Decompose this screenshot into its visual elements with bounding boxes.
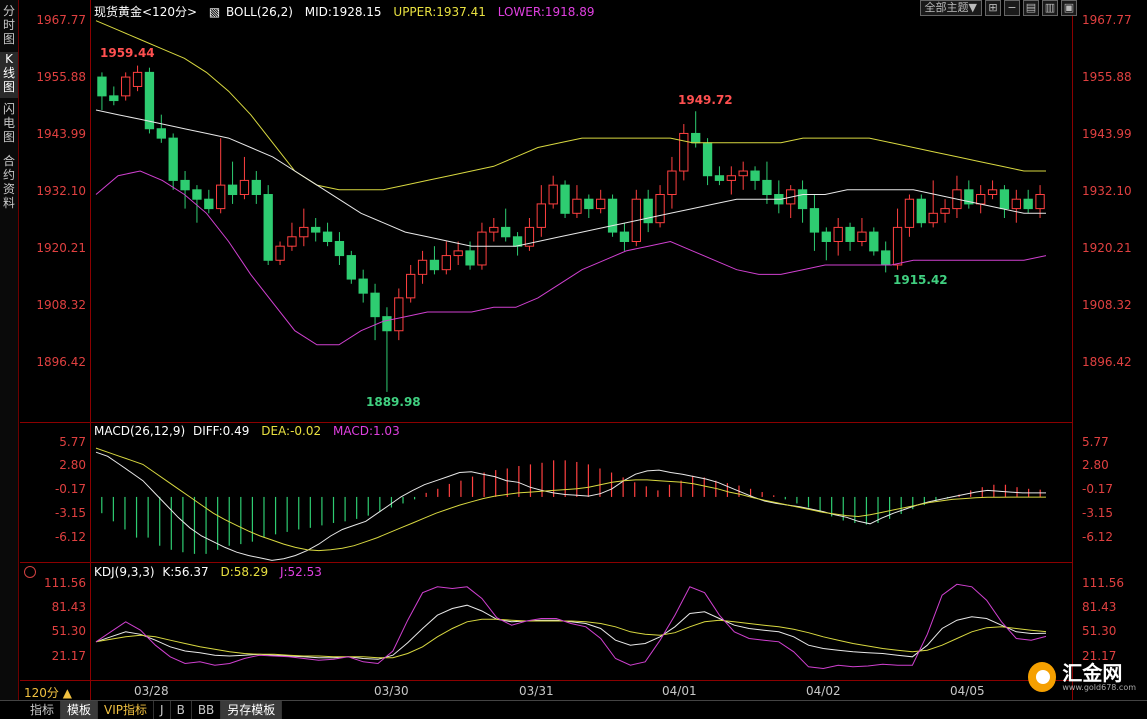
- candle-body: [845, 226, 855, 242]
- candle-body: [797, 189, 808, 210]
- logo-icon: [1028, 662, 1057, 692]
- candle-body: [97, 76, 107, 97]
- candle-body: [121, 76, 131, 97]
- candle-body: [702, 142, 713, 177]
- boll-mid-line: [95, 109, 1046, 247]
- candle-body: [370, 292, 380, 318]
- chart-canvas[interactable]: [0, 0, 1147, 700]
- candle-body: [501, 226, 511, 238]
- candle-body: [489, 226, 499, 233]
- candle-body: [334, 240, 345, 257]
- candle-body: [192, 189, 202, 200]
- candle-body: [132, 71, 143, 87]
- candle-body: [227, 184, 238, 196]
- candle-body: [679, 132, 689, 172]
- candle-body: [572, 198, 582, 214]
- candle-body: [904, 198, 915, 228]
- candle-body: [1011, 198, 1021, 210]
- macd-dea-line: [95, 447, 1046, 552]
- candle-body: [655, 194, 665, 224]
- candle-body: [584, 198, 594, 210]
- candle-body: [251, 179, 261, 196]
- candle-body: [714, 175, 725, 181]
- candle-body: [809, 208, 820, 233]
- candle-body: [667, 170, 677, 196]
- candle-body: [168, 137, 178, 181]
- candle-body: [596, 198, 606, 210]
- candle-body: [726, 175, 736, 181]
- candle-body: [417, 259, 428, 275]
- candle-body: [322, 231, 333, 242]
- candle-body: [857, 231, 867, 242]
- candle-body: [821, 231, 831, 242]
- candle-body: [239, 179, 250, 196]
- candle-body: [691, 132, 701, 144]
- candle-body: [1023, 198, 1033, 210]
- candle-body: [643, 198, 653, 224]
- candle-body: [216, 184, 226, 210]
- candle-body: [109, 95, 119, 102]
- tab-bb[interactable]: BB: [192, 701, 222, 719]
- candle-body: [833, 226, 843, 242]
- candle-body: [940, 208, 950, 214]
- candle-body: [311, 226, 321, 233]
- candle-body: [750, 170, 760, 181]
- candle-body: [762, 179, 772, 196]
- candle-body: [607, 198, 618, 233]
- candle-body: [204, 198, 214, 210]
- boll-lower-line: [95, 170, 1047, 346]
- candle-body: [263, 194, 273, 261]
- candle-body: [619, 231, 630, 242]
- candle-body: [346, 255, 356, 280]
- candle-body: [999, 189, 1010, 210]
- boll-upper-line: [95, 20, 1046, 191]
- candle-body: [976, 194, 986, 205]
- site-logo: 汇金网 www.gold678.com: [1028, 660, 1136, 694]
- candle-body: [358, 278, 368, 294]
- candle-body: [394, 297, 404, 332]
- candle-body: [928, 212, 938, 224]
- candle-body: [892, 226, 903, 266]
- macd-diff-line: [95, 451, 1046, 561]
- candle-body: [441, 255, 451, 271]
- candle-body: [465, 250, 475, 266]
- candle-body: [156, 128, 166, 139]
- tab-vip-indicators[interactable]: VIP指标: [98, 701, 155, 719]
- candle-body: [287, 236, 297, 247]
- candle-body: [881, 250, 891, 266]
- candle-body: [560, 184, 570, 214]
- candle-body: [180, 179, 190, 191]
- kdj-d-line: [95, 618, 1047, 659]
- tab-j[interactable]: J: [154, 701, 171, 719]
- candle-body: [738, 170, 748, 177]
- candle-body: [477, 231, 487, 266]
- candle-body: [453, 250, 463, 257]
- tab-b[interactable]: B: [171, 701, 192, 719]
- bottom-tab-bar: 指标 模板 VIP指标 J B BB 另存模板: [0, 700, 1147, 719]
- candle-body: [548, 184, 558, 205]
- tab-template[interactable]: 模板: [61, 701, 99, 719]
- candle-body: [429, 259, 440, 271]
- candle-body: [536, 203, 546, 228]
- candle-body: [869, 231, 879, 252]
- logo-url: www.gold678.com: [1062, 682, 1136, 692]
- tab-save-template[interactable]: 另存模板: [221, 701, 283, 719]
- candle-body: [1035, 194, 1045, 210]
- logo-name: 汇金网: [1062, 660, 1123, 685]
- candle-body: [406, 273, 416, 299]
- candle-body: [299, 226, 309, 238]
- candle-body: [916, 198, 926, 224]
- candle-body: [382, 316, 392, 332]
- tab-indicators[interactable]: 指标: [24, 701, 62, 719]
- candle-body: [275, 245, 285, 261]
- candle-body: [987, 189, 998, 196]
